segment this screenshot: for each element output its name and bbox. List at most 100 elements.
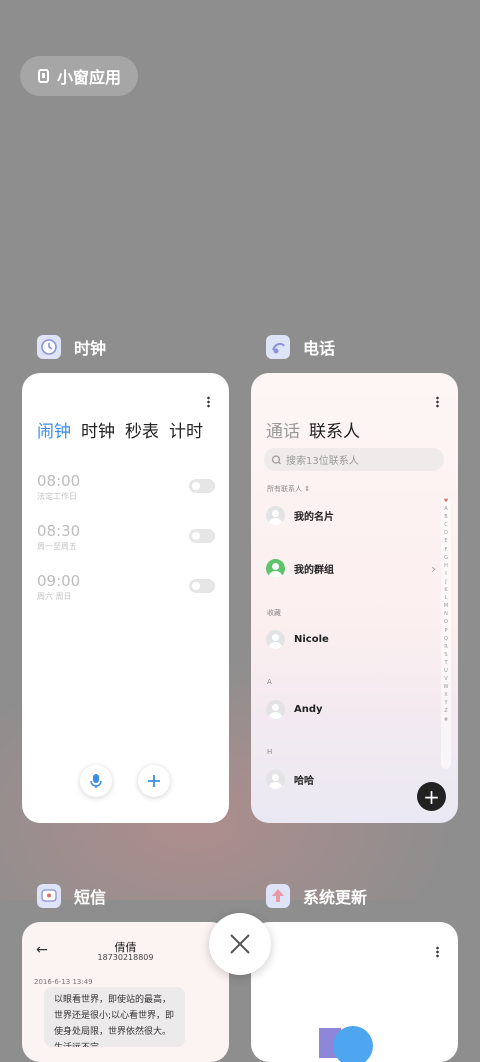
alphabet-letter[interactable]: J — [441, 578, 451, 586]
message-bubble: 以眼看世界，即使站的最高，世界还是很小;以心看世界，即使身处局限，世界依然很大。… — [44, 987, 185, 1047]
tab-timer[interactable]: 计时 — [169, 417, 203, 442]
contact-name: 哈哈 — [294, 776, 314, 787]
clock-tabs: 闹钟 时钟 秒表 计时 — [37, 417, 203, 442]
update-app-card[interactable] — [251, 922, 458, 1062]
alphabet-letter[interactable]: S — [441, 651, 451, 659]
more-options-icon[interactable] — [436, 396, 439, 408]
clock-app-name: 时钟 — [74, 339, 107, 358]
alarm-toggle[interactable] — [189, 529, 215, 543]
more-options-icon[interactable] — [207, 396, 210, 408]
section-label: A — [267, 678, 272, 686]
add-contact-button[interactable]: + — [417, 782, 446, 811]
alphabet-letter[interactable]: Z — [441, 707, 451, 715]
chevron-right-icon: › — [431, 561, 436, 576]
phone-tabs: 通话 联系人 — [266, 417, 360, 442]
avatar — [266, 506, 285, 525]
avatar — [266, 770, 285, 789]
alarm-repeat: 周一至周五 — [37, 542, 77, 551]
alarm-repeat: 周六 周日 — [37, 592, 72, 601]
alarm-item[interactable]: 09:00 周六 周日 — [37, 572, 215, 602]
clock-app-header[interactable]: 时钟 — [37, 335, 106, 359]
alphabet-letter[interactable]: O — [441, 618, 451, 626]
tab-stopwatch[interactable]: 秒表 — [125, 417, 159, 442]
alarm-item[interactable]: 08:30 周一至周五 — [37, 522, 215, 552]
alphabet-letter[interactable]: U — [441, 667, 451, 675]
close-all-button[interactable] — [209, 913, 271, 975]
alphabet-letter[interactable]: N — [441, 610, 451, 618]
alarm-item[interactable]: 08:00 法定工作日 — [37, 472, 215, 502]
tab-contacts[interactable]: 联系人 — [309, 417, 360, 442]
alphabet-index[interactable]: ♥ A B C D E F G H I J K L M N O P Q R S T U V W X Y Z # — [441, 497, 451, 769]
alphabet-letter[interactable]: H — [441, 562, 451, 570]
floating-window-icon — [38, 69, 49, 83]
alphabet-letter[interactable]: P — [441, 627, 451, 635]
update-app-icon — [266, 884, 290, 908]
alphabet-letter[interactable]: M — [441, 602, 451, 610]
sms-app-card[interactable]: ← 倩倩 18730218809 2016-6-13 13:49 以眼看世界，即… — [22, 922, 229, 1062]
tab-calls[interactable]: 通话 — [266, 417, 300, 442]
sort-icon: ⇕ — [304, 485, 311, 493]
clock-app-card[interactable]: 闹钟 时钟 秒表 计时 08:00 法定工作日 08:30 周一至周五 09:0… — [22, 373, 229, 823]
sms-app-name: 短信 — [74, 888, 107, 907]
more-options-icon[interactable] — [436, 946, 439, 958]
alphabet-letter[interactable]: K — [441, 586, 451, 594]
alarm-toggle[interactable] — [189, 479, 215, 493]
alphabet-letter[interactable]: G — [441, 554, 451, 562]
alphabet-letter[interactable]: B — [441, 513, 451, 521]
avatar — [266, 700, 285, 719]
alphabet-letter[interactable]: A — [441, 505, 451, 513]
update-app-header[interactable]: 系统更新 — [266, 884, 367, 908]
alphabet-letter[interactable]: W — [441, 683, 451, 691]
plus-icon — [148, 775, 160, 787]
phone-app-name: 电话 — [303, 339, 336, 358]
close-icon — [230, 934, 250, 954]
tab-alarm[interactable]: 闹钟 — [37, 417, 71, 442]
contact-item[interactable]: 我的名片 — [266, 506, 334, 525]
contact-name: 我的名片 — [294, 512, 334, 523]
alphabet-letter[interactable]: ♥ — [441, 497, 451, 505]
update-logo-circle — [333, 1026, 373, 1062]
alphabet-letter[interactable]: Y — [441, 699, 451, 707]
tab-clock[interactable]: 时钟 — [81, 417, 115, 442]
voice-alarm-button[interactable] — [80, 765, 112, 797]
section-label: H — [267, 748, 273, 756]
alarm-repeat: 法定工作日 — [37, 492, 77, 501]
update-app-name: 系统更新 — [303, 888, 368, 907]
section-label: 收藏 — [267, 609, 281, 617]
alphabet-letter[interactable]: # — [441, 716, 451, 724]
search-icon — [271, 454, 281, 464]
contact-item[interactable]: Nicole — [266, 630, 329, 649]
add-alarm-button[interactable] — [138, 765, 170, 797]
alphabet-letter[interactable]: F — [441, 546, 451, 554]
floating-window-label: 小窗应用 — [57, 68, 122, 87]
clock-app-icon — [37, 335, 61, 359]
contact-name: Andy — [294, 704, 323, 715]
alphabet-letter[interactable]: Q — [441, 635, 451, 643]
alphabet-letter[interactable]: D — [441, 529, 451, 537]
alphabet-letter[interactable]: L — [441, 594, 451, 602]
sms-date: 2016-6-13 13:49 — [34, 978, 93, 986]
alphabet-letter[interactable]: R — [441, 643, 451, 651]
contact-name: 我的群组 — [294, 565, 334, 576]
contact-item[interactable]: 我的群组 › — [266, 559, 436, 578]
alphabet-letter[interactable]: C — [441, 521, 451, 529]
sms-contact-number: 18730218809 — [97, 953, 154, 962]
filter-label: 所有联系人 — [267, 485, 302, 493]
alphabet-letter[interactable]: I — [441, 570, 451, 578]
alphabet-letter[interactable]: T — [441, 659, 451, 667]
alphabet-letter[interactable]: V — [441, 675, 451, 683]
contact-filter[interactable]: 所有联系人 ⇕ — [267, 484, 310, 494]
alarm-toggle[interactable] — [189, 579, 215, 593]
contact-search-input[interactable]: 搜索13位联系人 — [264, 448, 444, 471]
contact-name: Nicole — [294, 634, 329, 645]
phone-app-card[interactable]: 通话 联系人 搜索13位联系人 所有联系人 ⇕ 我的名片 我的群组 › 收藏 N… — [251, 373, 458, 823]
avatar — [266, 630, 285, 649]
phone-app-header[interactable]: 电话 — [266, 335, 335, 359]
floating-window-button[interactable]: 小窗应用 — [20, 56, 138, 96]
alphabet-letter[interactable]: E — [441, 537, 451, 545]
contact-item[interactable]: 哈哈 — [266, 770, 314, 789]
sms-app-header[interactable]: 短信 — [37, 884, 106, 908]
sms-app-icon — [37, 884, 61, 908]
contact-item[interactable]: Andy — [266, 700, 323, 719]
alphabet-letter[interactable]: X — [441, 691, 451, 699]
